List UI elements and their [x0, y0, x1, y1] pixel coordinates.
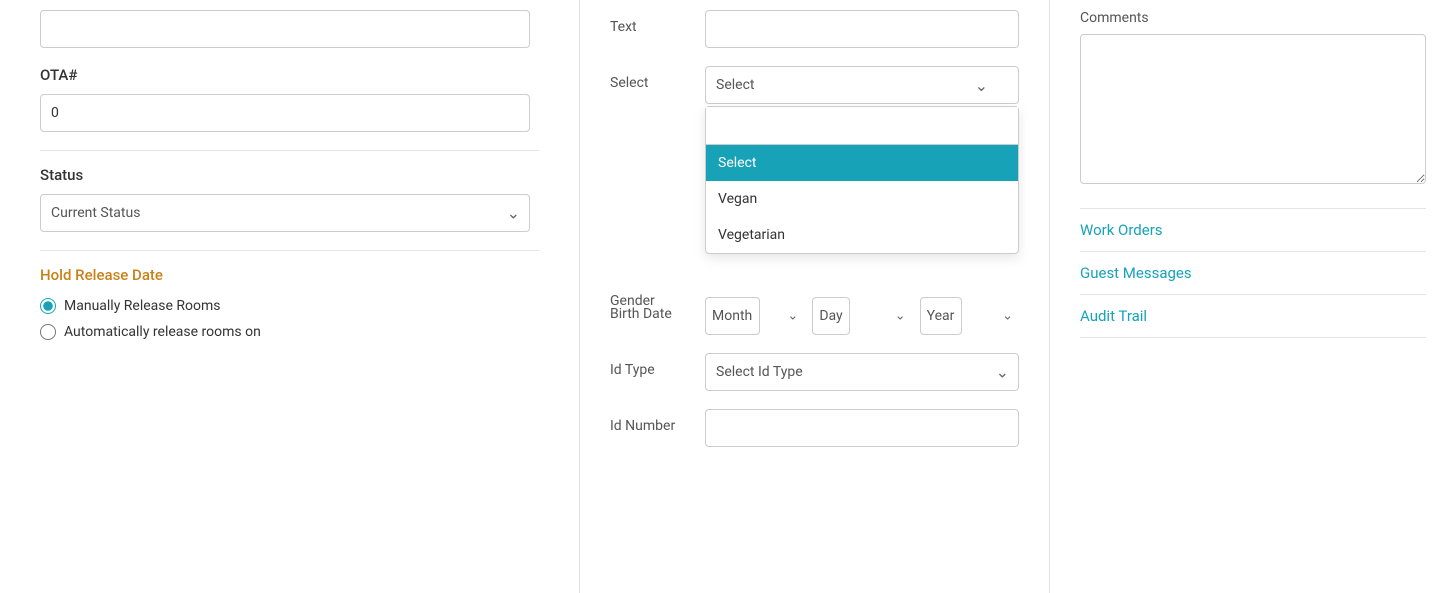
manually-release-radio[interactable] — [40, 298, 56, 314]
right-column: Comments Work OrdersGuest MessagesAudit … — [1050, 0, 1456, 593]
hold-release-title: Hold Release Date — [40, 266, 539, 284]
id-number-label: Id Number — [610, 409, 690, 434]
middle-column: Text Select Select ⌄ Select Vegan — [580, 0, 1050, 593]
right-links: Work OrdersGuest MessagesAudit Trail — [1080, 208, 1426, 338]
auto-release-option: Automatically release rooms on — [40, 324, 539, 340]
ota-field-group: OTA# — [40, 66, 539, 132]
dropdown-option-select[interactable]: Select — [706, 145, 1018, 181]
id-type-select-wrapper: Select Id Type ⌄ — [705, 353, 1019, 391]
right-link-2[interactable]: Audit Trail — [1080, 295, 1426, 338]
status-field-group: Status Current Status ⌄ — [40, 166, 539, 232]
hold-release-section: Hold Release Date Manually Release Rooms… — [40, 266, 539, 340]
select-trigger-text: Select — [716, 77, 754, 93]
select-row: Select Select ⌄ Select Vegan Vegetarian — [610, 66, 1019, 104]
ota-label: OTA# — [40, 66, 539, 84]
select-dropdown-trigger[interactable]: Select ⌄ — [705, 66, 1019, 104]
month-select-wrapper: Month ⌄ — [705, 297, 804, 335]
status-select-wrapper: Current Status ⌄ — [40, 194, 530, 232]
right-link-1[interactable]: Guest Messages — [1080, 252, 1426, 295]
year-chevron-icon: ⌄ — [1002, 309, 1013, 324]
year-select-wrapper: Year ⌄ — [920, 297, 1019, 335]
select-chevron-icon: ⌄ — [975, 76, 988, 95]
birth-date-label: Birth Date — [610, 297, 690, 322]
birth-date-row: Birth Date Month ⌄ Day ⌄ — [610, 297, 1019, 335]
id-type-control: Select Id Type ⌄ — [705, 353, 1019, 391]
left-column: OTA# Status Current Status ⌄ Hold Releas… — [0, 0, 580, 593]
top-input[interactable] — [40, 10, 530, 48]
id-number-control — [705, 409, 1019, 447]
id-type-label: Id Type — [610, 353, 690, 378]
text-control — [705, 10, 1019, 48]
status-select[interactable]: Current Status — [40, 194, 530, 232]
divider-1 — [40, 150, 539, 151]
dropdown-option-vegan[interactable]: Vegan — [706, 181, 1018, 217]
dropdown-option-vegetarian[interactable]: Vegetarian — [706, 217, 1018, 253]
select-dropdown-container: Select ⌄ Select Vegan Vegetarian — [705, 66, 1019, 104]
select-label: Select — [610, 66, 690, 91]
birth-date-control: Month ⌄ Day ⌄ Year ⌄ — [705, 297, 1019, 335]
day-select-wrapper: Day ⌄ — [812, 297, 911, 335]
status-label: Status — [40, 166, 539, 184]
divider-2 — [40, 250, 539, 251]
year-select[interactable]: Year — [920, 297, 962, 335]
month-chevron-icon: ⌄ — [787, 309, 798, 324]
manually-release-label: Manually Release Rooms — [64, 298, 221, 314]
birth-date-selects: Month ⌄ Day ⌄ Year ⌄ — [705, 297, 1019, 335]
auto-release-radio[interactable] — [40, 324, 56, 340]
manually-release-option: Manually Release Rooms — [40, 298, 539, 314]
text-row: Text — [610, 10, 1019, 48]
select-dropdown-panel: Select Vegan Vegetarian — [705, 106, 1019, 254]
comments-textarea[interactable] — [1080, 34, 1426, 184]
id-number-input[interactable] — [705, 409, 1019, 447]
month-select[interactable]: Month — [705, 297, 760, 335]
select-control: Select ⌄ Select Vegan Vegetarian — [705, 66, 1019, 104]
id-number-row: Id Number — [610, 409, 1019, 447]
auto-release-label: Automatically release rooms on — [64, 324, 261, 340]
ota-input[interactable] — [40, 94, 530, 132]
comments-label: Comments — [1080, 10, 1426, 26]
text-input[interactable] — [705, 10, 1019, 48]
right-link-0[interactable]: Work Orders — [1080, 208, 1426, 252]
id-type-row: Id Type Select Id Type ⌄ — [610, 353, 1019, 391]
id-type-select[interactable]: Select Id Type — [705, 353, 1019, 391]
text-label: Text — [610, 10, 690, 35]
dropdown-search-input[interactable] — [706, 107, 1018, 145]
day-select[interactable]: Day — [812, 297, 850, 335]
top-field-group — [40, 10, 539, 48]
day-chevron-icon: ⌄ — [895, 309, 906, 324]
